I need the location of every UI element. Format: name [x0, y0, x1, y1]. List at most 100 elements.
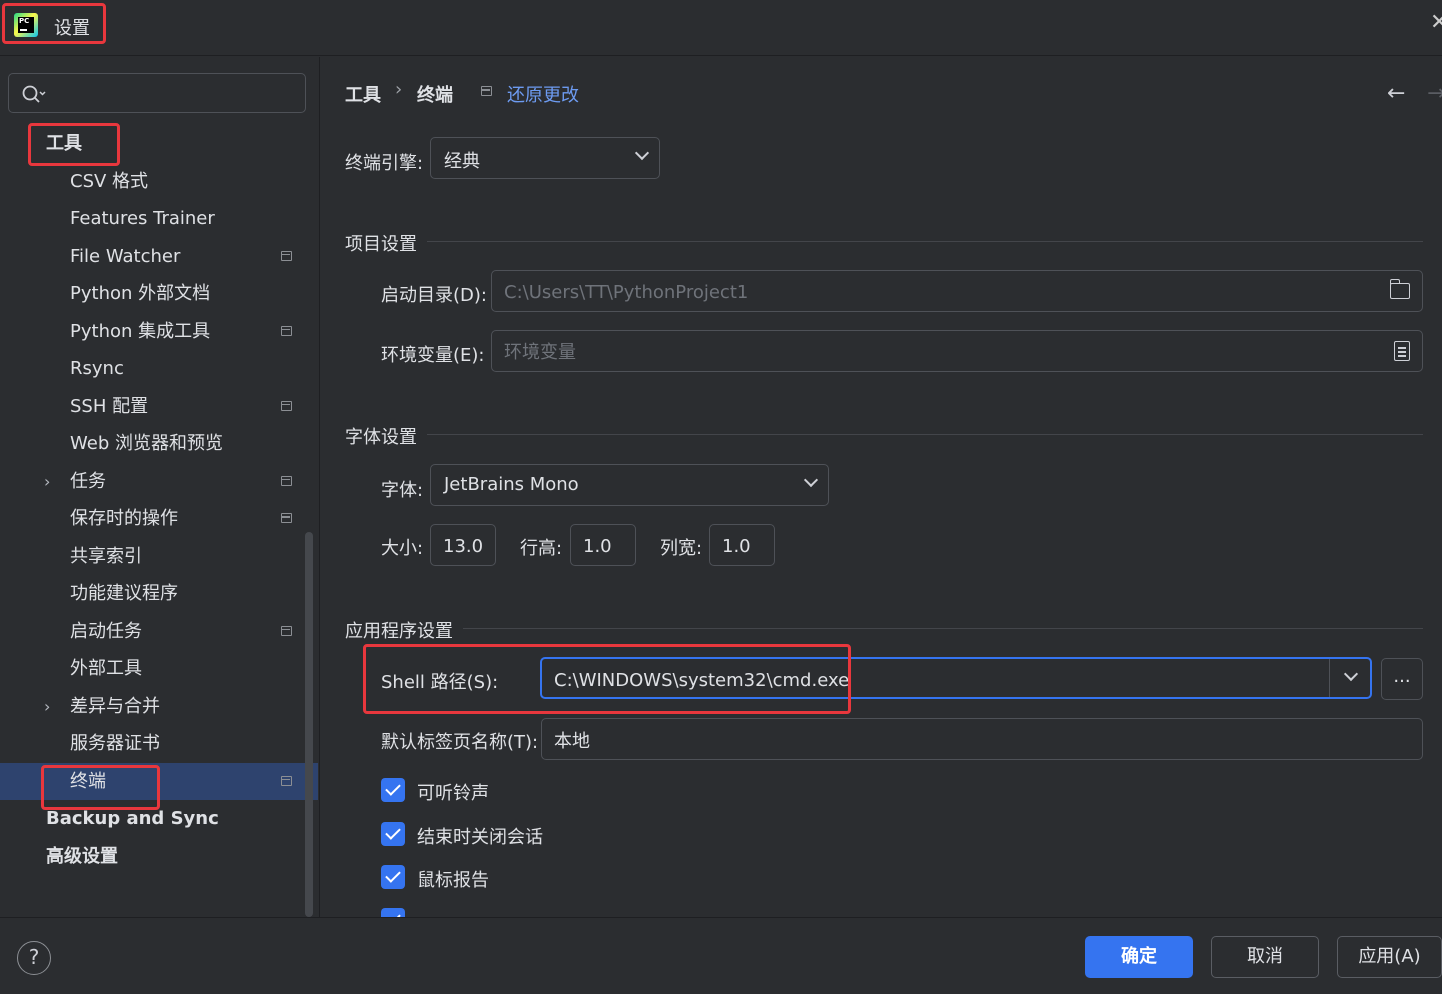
terminal-engine-select[interactable]: 经典 — [430, 137, 660, 179]
sidebar-item[interactable]: Features Trainer — [0, 200, 318, 237]
project-scope-icon — [281, 513, 292, 523]
sidebar-item[interactable]: 共享索引 — [0, 538, 318, 575]
shell-path-field[interactable] — [540, 657, 1372, 699]
forward-arrow-icon[interactable]: → — [1427, 81, 1442, 106]
sidebar-item[interactable]: File Watcher — [0, 238, 318, 275]
close-on-exit-label: 结束时关闭会话 — [417, 827, 543, 848]
font-select[interactable]: JetBrains Mono — [430, 464, 829, 506]
project-scope-icon — [281, 625, 292, 636]
sidebar-item[interactable]: 外部工具 — [0, 650, 318, 687]
shell-path-input[interactable] — [554, 668, 1258, 692]
project-scope-icon — [281, 475, 292, 486]
sidebar-item-label: File Watcher — [70, 245, 181, 267]
audible-bell-checkbox[interactable] — [381, 778, 405, 802]
sidebar-item[interactable]: 启动任务 — [0, 613, 318, 650]
env-vars-field[interactable] — [491, 330, 1423, 372]
terminal-engine-label: 终端引擎: — [345, 153, 424, 174]
list-icon[interactable] — [1394, 341, 1410, 361]
sidebar-item-label: SSH 配置 — [70, 395, 149, 417]
settings-search[interactable] — [8, 73, 306, 113]
project-scope-icon — [281, 250, 292, 261]
sidebar-item[interactable]: 工具 — [0, 125, 318, 162]
sidebar-item-label: 共享索引 — [70, 545, 142, 567]
sidebar-item-label: 保存时的操作 — [70, 508, 178, 529]
env-vars-input[interactable] — [504, 340, 1295, 364]
default-tab-name-input[interactable] — [554, 728, 1302, 752]
help-button[interactable]: ? — [17, 941, 51, 975]
sidebar-item-label: Rsync — [70, 358, 124, 379]
sidebar-item-label: 启动任务 — [70, 620, 142, 642]
sidebar-item[interactable]: 终端 — [0, 762, 318, 800]
chevron-down-icon[interactable] — [1343, 666, 1359, 682]
sidebar-item[interactable]: Rsync — [0, 350, 318, 387]
sidebar-item[interactable]: CSV 格式 — [0, 163, 318, 200]
settings-sidebar: 工具 CSV 格式 Features Trainer File Watcher Pyth… — [0, 57, 320, 917]
folder-icon[interactable] — [1389, 279, 1410, 299]
divider — [427, 241, 1423, 242]
apply-button[interactable]: 应用(A) — [1337, 936, 1442, 978]
breadcrumb-terminal: 终端 — [417, 85, 453, 106]
sidebar-item-label: 外部工具 — [70, 658, 142, 679]
field-divider — [1329, 659, 1330, 697]
close-on-exit-checkbox[interactable] — [381, 822, 405, 846]
breadcrumb-tools[interactable]: 工具 — [345, 81, 381, 107]
sidebar-item[interactable]: Python 集成工具 — [0, 313, 318, 350]
sidebar-item-label: Python 集成工具 — [70, 320, 211, 342]
column-width-input[interactable] — [722, 534, 770, 558]
default-tab-name-field[interactable] — [541, 718, 1423, 760]
search-input[interactable] — [57, 82, 297, 104]
close-icon[interactable]: ✕ — [1430, 10, 1442, 35]
line-height-field[interactable] — [570, 524, 636, 566]
font-settings-heading: 字体设置 — [345, 427, 417, 448]
project-scope-icon — [481, 86, 492, 96]
default-tab-name-label: 默认标签页名称(T): — [381, 732, 539, 753]
font-size-field[interactable] — [430, 524, 496, 566]
terminal-engine-value: 经典 — [444, 151, 480, 172]
sidebar-item-label: 功能建议程序 — [70, 583, 178, 604]
sidebar-item-label: 任务 — [70, 470, 106, 492]
shell-path-label: Shell 路径(S): — [381, 672, 499, 693]
mouse-reporting-checkbox[interactable] — [381, 865, 405, 889]
divider — [427, 434, 1423, 435]
settings-content: 工具 › 终端 还原更改 ← → 终端引擎: 经典 项目设置 启动目录(D): … — [321, 57, 1442, 917]
sidebar-item[interactable]: 保存时的操作 — [0, 500, 318, 537]
app-settings-heading: 应用程序设置 — [345, 621, 453, 642]
project-scope-icon — [281, 325, 292, 336]
column-width-field[interactable] — [709, 524, 775, 566]
cancel-button[interactable]: 取消 — [1211, 936, 1319, 978]
reset-changes-link[interactable]: 还原更改 — [507, 81, 579, 107]
sidebar-scrollbar[interactable] — [305, 532, 313, 917]
sidebar-item-label: 工具 — [46, 133, 82, 154]
chevron-right-icon[interactable]: › — [44, 688, 50, 725]
sidebar-item[interactable]: 功能建议程序 — [0, 575, 318, 612]
project-scope-icon — [281, 775, 292, 786]
partial-checkbox[interactable] — [381, 908, 405, 917]
sidebar-item[interactable]: Backup and Sync — [0, 800, 318, 837]
pycharm-logo-icon: PC — [14, 13, 38, 37]
sidebar-item[interactable]: 高级设置 — [0, 838, 318, 875]
back-arrow-icon[interactable]: ← — [1387, 81, 1405, 106]
browse-shell-button[interactable]: ... — [1381, 658, 1423, 700]
chevron-right-icon[interactable]: › — [44, 463, 50, 500]
env-vars-label: 环境变量(E): — [381, 345, 485, 366]
start-dir-input[interactable] — [504, 280, 1295, 304]
audible-bell-label: 可听铃声 — [417, 783, 489, 804]
font-size-input[interactable] — [443, 534, 491, 558]
sidebar-item-label: 服务器证书 — [70, 733, 160, 754]
start-dir-field[interactable] — [491, 270, 1423, 312]
sidebar-item-label: Python 外部文档 — [70, 283, 211, 304]
sidebar-item-label: Web 浏览器和预览 — [70, 433, 223, 454]
sidebar-item[interactable]: Python 外部文档 — [0, 275, 318, 312]
ok-button[interactable]: 确定 — [1085, 936, 1193, 978]
breadcrumb-separator: › — [395, 79, 403, 100]
sidebar-item-label: 终端 — [70, 770, 106, 792]
sidebar-item[interactable]: › 差异与合并 — [0, 688, 318, 725]
sidebar-item[interactable]: › 任务 — [0, 463, 318, 500]
line-height-input[interactable] — [583, 534, 631, 558]
divider — [463, 628, 1423, 629]
sidebar-item[interactable]: 服务器证书 — [0, 725, 318, 762]
sidebar-item[interactable]: SSH 配置 — [0, 388, 318, 425]
start-dir-label: 启动目录(D): — [381, 285, 487, 306]
chevron-down-icon — [803, 472, 819, 488]
sidebar-item[interactable]: Web 浏览器和预览 — [0, 425, 318, 462]
